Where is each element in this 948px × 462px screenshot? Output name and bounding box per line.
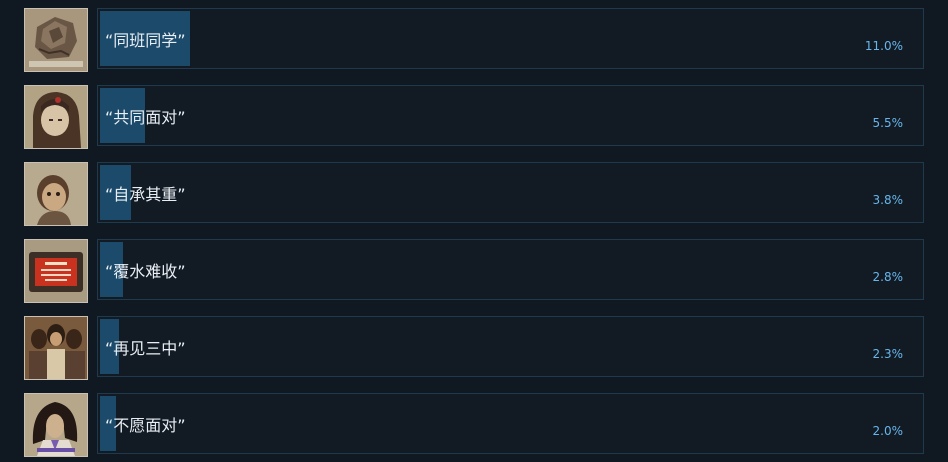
achievement-progress: “同班同学” 11.0% — [97, 8, 924, 69]
achievement-name: “再见三中” — [105, 339, 186, 358]
crumpled-paper-icon — [24, 8, 88, 72]
achievement-row: “共同面对” 5.5% — [0, 85, 948, 151]
achievement-row: “同班同学” 11.0% — [0, 8, 948, 74]
achievement-progress: “自承其重” 3.8% — [97, 162, 924, 223]
unlock-percent: 2.8% — [872, 270, 904, 284]
achievement-name: “自承其重” — [105, 185, 186, 204]
achievement-row: “不愿面对” 2.0% — [0, 393, 948, 459]
students-group-icon — [24, 316, 88, 380]
red-screen-tv-icon — [24, 239, 88, 303]
unlock-percent: 2.3% — [872, 347, 904, 361]
achievement-name: “覆水难收” — [105, 262, 186, 281]
schoolgirl-icon — [24, 393, 88, 457]
achievement-name: “不愿面对” — [105, 416, 186, 435]
achievement-name: “共同面对” — [105, 108, 186, 127]
achievement-row: “覆水难收” 2.8% — [0, 239, 948, 305]
unlock-percent: 5.5% — [872, 116, 904, 130]
achievement-progress: “不愿面对” 2.0% — [97, 393, 924, 454]
achievement-progress: “再见三中” 2.3% — [97, 316, 924, 377]
girl-portrait-icon — [24, 85, 88, 149]
achievement-row: “再见三中” 2.3% — [0, 316, 948, 382]
achievement-progress: “共同面对” 5.5% — [97, 85, 924, 146]
unlock-percent: 11.0% — [864, 39, 903, 53]
child-portrait-icon — [24, 162, 88, 226]
unlock-percent: 2.0% — [872, 424, 904, 438]
achievement-row: “自承其重” 3.8% — [0, 162, 948, 228]
achievement-list: “同班同学” 11.0% “共同面对” 5.5% “自承其重” 3.8% “覆水… — [0, 0, 948, 462]
achievement-progress: “覆水难收” 2.8% — [97, 239, 924, 300]
unlock-percent: 3.8% — [872, 193, 904, 207]
achievement-name: “同班同学” — [105, 31, 186, 50]
